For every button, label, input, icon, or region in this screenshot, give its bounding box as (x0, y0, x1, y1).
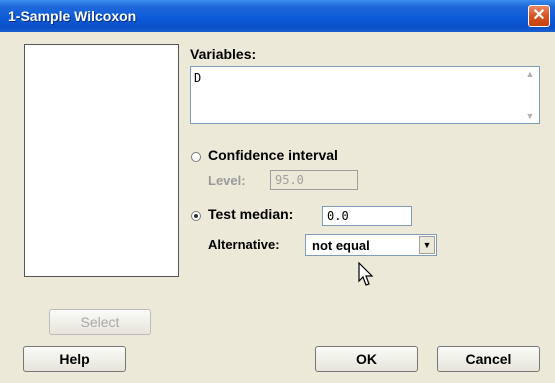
window-title: 1-Sample Wilcoxon (8, 8, 137, 24)
select-button[interactable]: Select (49, 309, 151, 335)
variables-scrollbar[interactable]: ▲ ▼ (523, 69, 537, 121)
test-median-label: Test median: (208, 206, 294, 222)
title-bar[interactable]: 1-Sample Wilcoxon ✕ (0, 0, 555, 32)
cancel-button[interactable]: Cancel (437, 346, 540, 372)
ok-button[interactable]: OK (315, 346, 418, 372)
confidence-interval-radio[interactable] (191, 152, 201, 162)
chevron-down-icon[interactable]: ▼ (419, 236, 435, 254)
variable-list[interactable] (24, 44, 179, 277)
variables-value: D (194, 71, 202, 85)
variables-input[interactable]: D ▲ ▼ (190, 66, 540, 124)
alternative-select[interactable]: not equal ▼ (305, 234, 437, 256)
alternative-value: not equal (312, 238, 370, 253)
level-input: 95.0 (270, 170, 358, 190)
level-label: Level: (208, 173, 246, 188)
mouse-cursor-icon (358, 262, 374, 286)
close-icon[interactable]: ✕ (528, 5, 550, 27)
scroll-up-icon[interactable]: ▲ (523, 69, 537, 79)
alternative-label: Alternative: (208, 237, 280, 252)
dialog-window: 1-Sample Wilcoxon ✕ Variables: D ▲ ▼ Con… (0, 0, 555, 383)
scroll-down-icon[interactable]: ▼ (523, 111, 537, 121)
test-median-input[interactable]: 0.0 (322, 206, 412, 226)
help-button[interactable]: Help (23, 346, 126, 372)
test-median-radio[interactable] (191, 211, 201, 221)
variables-label: Variables: (190, 46, 257, 62)
confidence-interval-label: Confidence interval (208, 147, 338, 163)
